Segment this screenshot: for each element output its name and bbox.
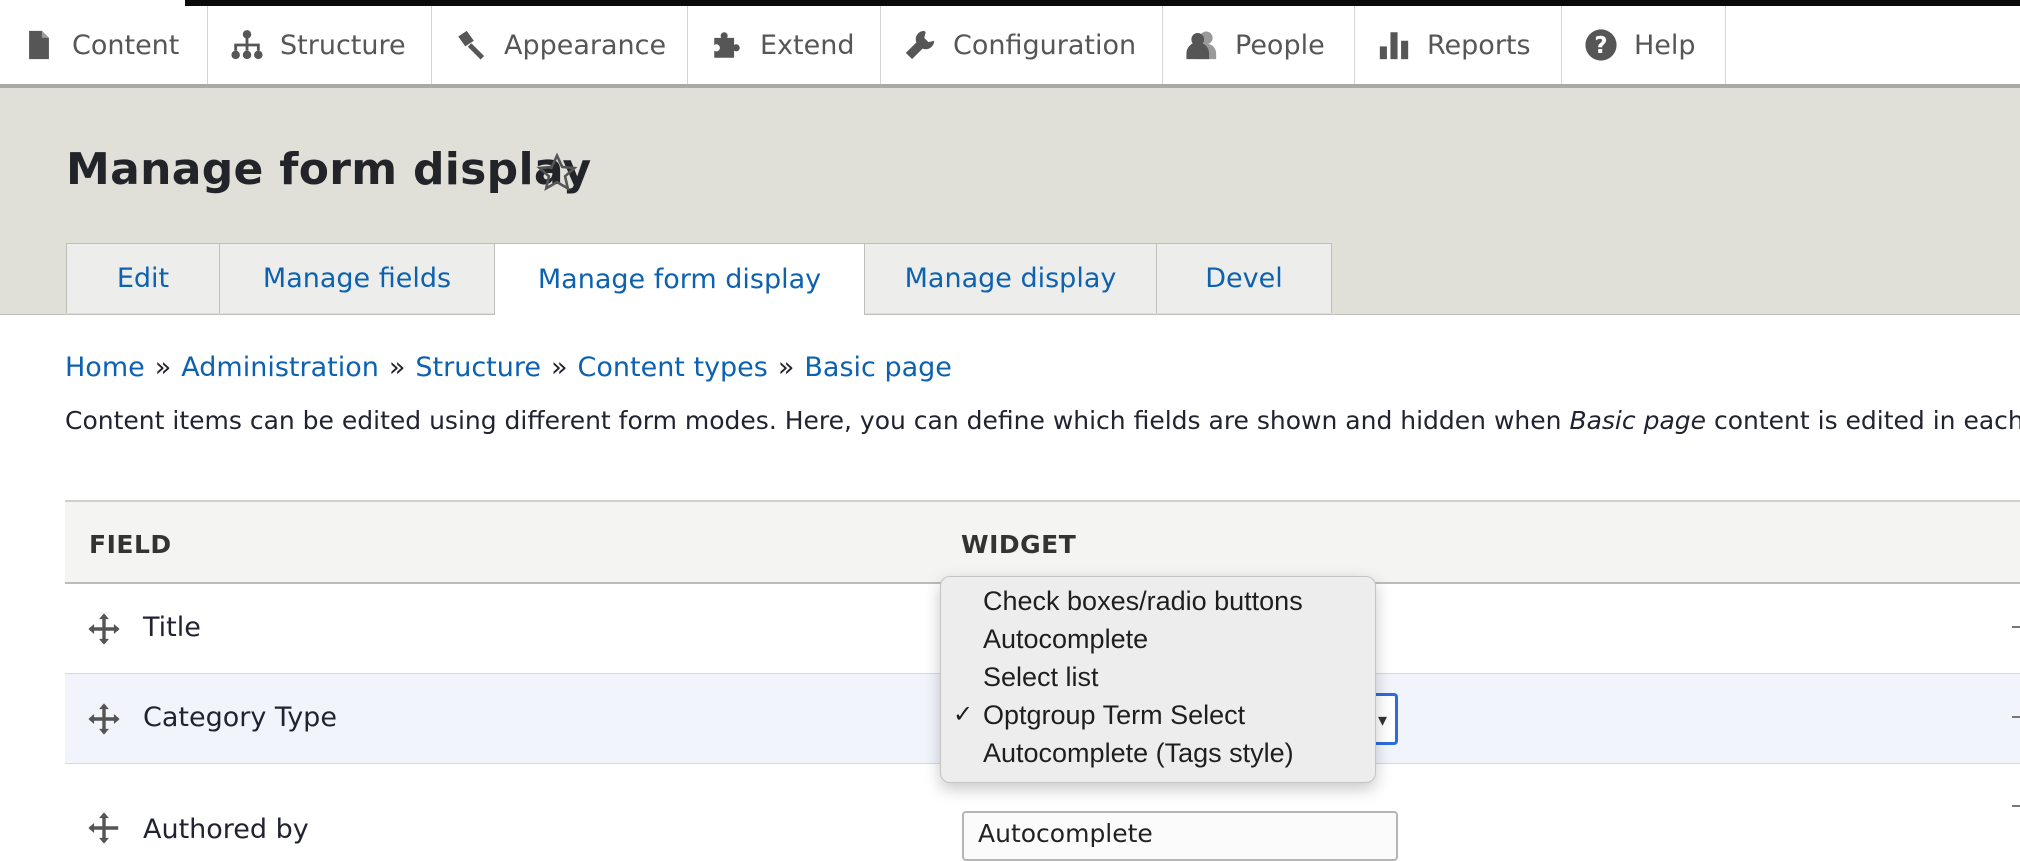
- breadcrumb: Home » Administration » Structure » Content ty…: [65, 352, 952, 383]
- toolbar-item-people[interactable]: People: [1163, 6, 1355, 84]
- toolbar-item-content[interactable]: Content: [0, 6, 208, 84]
- chevron-down-icon: ▾: [1377, 710, 1387, 731]
- toolbar-item-structure[interactable]: Structure: [208, 6, 432, 84]
- option-label: Check boxes/radio buttons: [983, 586, 1303, 616]
- admin-toolbar: Content Structure Appearance Extend Conf…: [0, 6, 2020, 88]
- breadcrumb-separator: »: [154, 352, 172, 383]
- dropdown-option-optgroup-term-select[interactable]: ✓ Optgroup Term Select: [941, 696, 1375, 734]
- tab-label: Edit: [116, 263, 170, 294]
- tab-manage-form-display[interactable]: Manage form display: [494, 243, 865, 315]
- select-value: Autocomplete: [978, 819, 1153, 848]
- sitemap-icon: [231, 30, 263, 60]
- breadcrumb-link-content-types[interactable]: Content types: [578, 352, 768, 383]
- description-text-end: content is edited in each: [1706, 406, 2020, 435]
- toolbar-item-appearance[interactable]: Appearance: [432, 6, 688, 84]
- column-header-widget: WIDGET: [961, 530, 1077, 559]
- toolbar-item-label: Reports: [1427, 29, 1531, 61]
- page-description: Content items can be edited using differ…: [65, 406, 2020, 435]
- toolbar-item-label: Configuration: [953, 29, 1137, 61]
- option-label: Select list: [983, 662, 1099, 692]
- option-label: Autocomplete (Tags style): [983, 738, 1294, 768]
- wrench-icon: [905, 30, 935, 60]
- star-icon[interactable]: [535, 151, 579, 195]
- breadcrumb-separator: »: [388, 352, 406, 383]
- people-icon: [1186, 31, 1217, 60]
- tab-label: Manage fields: [262, 263, 452, 294]
- description-emphasis: Basic page: [1569, 406, 1707, 435]
- breadcrumb-link-home[interactable]: Home: [65, 352, 145, 383]
- tab-manage-display[interactable]: Manage display: [864, 243, 1157, 313]
- column-header-field: FIELD: [89, 530, 172, 559]
- widget-dropdown-menu: Check boxes/radio buttons Autocomplete S…: [940, 576, 1376, 783]
- breadcrumb-separator: »: [550, 352, 568, 383]
- description-text: Content items can be edited using differ…: [65, 406, 1570, 435]
- toolbar-item-label: Appearance: [504, 29, 667, 61]
- drag-handle-icon[interactable]: [87, 702, 121, 736]
- page-header: Manage form display Edit Manage fields M…: [0, 88, 2020, 315]
- widget-select-authored-by[interactable]: Autocomplete: [962, 811, 1398, 861]
- dropdown-option-select-list[interactable]: Select list: [941, 658, 1375, 696]
- toolbar-item-label: People: [1235, 29, 1325, 61]
- toolbar-item-help[interactable]: ? Help: [1562, 6, 1726, 84]
- row-edge-marker: [2012, 716, 2020, 718]
- tab-edit[interactable]: Edit: [66, 243, 220, 313]
- row-edge-marker: [2012, 626, 2020, 628]
- dropdown-option-autocomplete-tags[interactable]: Autocomplete (Tags style): [941, 734, 1375, 772]
- toolbar-item-label: Content: [72, 29, 180, 61]
- toolbar-item-reports[interactable]: Reports: [1355, 6, 1562, 84]
- dropdown-option-checkboxes[interactable]: Check boxes/radio buttons: [941, 582, 1375, 620]
- dropdown-option-autocomplete[interactable]: Autocomplete: [941, 620, 1375, 658]
- file-icon: [29, 30, 49, 60]
- field-name: Title: [143, 612, 201, 643]
- field-name: Category Type: [143, 702, 337, 733]
- option-label: Autocomplete: [983, 624, 1149, 654]
- tab-manage-fields[interactable]: Manage fields: [219, 243, 495, 313]
- tab-label: Manage display: [904, 263, 1117, 294]
- primary-tabs: Edit Manage fields Manage form display M…: [66, 243, 1332, 315]
- breadcrumb-link-basic-page[interactable]: Basic page: [804, 352, 952, 383]
- tab-label: Manage form display: [537, 264, 822, 295]
- toolbar-item-label: Extend: [760, 29, 855, 61]
- paintbrush-icon: [458, 30, 485, 60]
- checkmark-icon: ✓: [953, 701, 974, 728]
- svg-text:?: ?: [1594, 33, 1607, 59]
- tab-devel[interactable]: Devel: [1156, 243, 1332, 313]
- toolbar-item-label: Structure: [280, 29, 406, 61]
- breadcrumb-link-structure[interactable]: Structure: [415, 352, 541, 383]
- breadcrumb-link-administration[interactable]: Administration: [181, 352, 379, 383]
- drag-handle-icon[interactable]: [87, 612, 121, 646]
- toolbar-item-extend[interactable]: Extend: [688, 6, 881, 84]
- drag-handle-icon[interactable]: [87, 811, 121, 845]
- toolbar-item-configuration[interactable]: Configuration: [881, 6, 1163, 84]
- bar-chart-icon: [1379, 32, 1409, 60]
- help-icon: ?: [1585, 29, 1617, 61]
- option-label: Optgroup Term Select: [983, 700, 1246, 730]
- puzzle-icon: [714, 32, 740, 58]
- breadcrumb-separator: »: [777, 352, 795, 383]
- table-header: FIELD WIDGET: [65, 500, 2020, 584]
- field-name: Authored by: [143, 814, 309, 845]
- toolbar-item-label: Help: [1634, 29, 1696, 61]
- row-edge-marker: [2012, 805, 2020, 807]
- tab-label: Devel: [1205, 263, 1283, 294]
- page-title: Manage form display: [66, 144, 592, 195]
